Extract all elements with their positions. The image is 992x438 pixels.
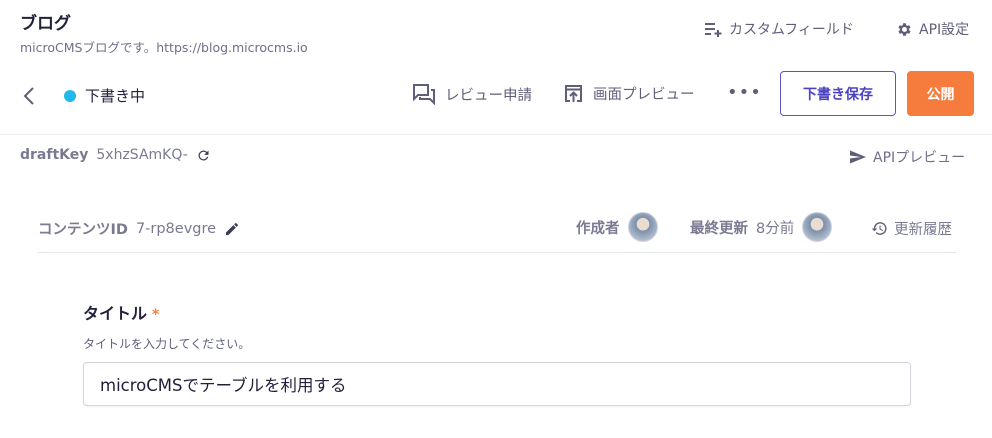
- content-id-value: 7-rp8evgre: [135, 220, 217, 237]
- author-avatar: [627, 212, 658, 242]
- pencil-icon[interactable]: [224, 221, 240, 237]
- title-input[interactable]: [83, 362, 911, 406]
- gear-icon: [896, 21, 913, 38]
- draft-key-row: draftKey 5xhzSAmKQ-: [20, 147, 211, 163]
- screen-preview-label: 画面プレビュー: [593, 87, 695, 103]
- review-request-button[interactable]: レビュー申請: [412, 83, 532, 105]
- content-id-label: コンテンツID: [38, 222, 128, 238]
- app-description: microCMSブログです。https://blog.microcms.io: [20, 40, 308, 55]
- review-chat-icon: [412, 83, 436, 105]
- history-icon: [871, 220, 888, 237]
- screen-preview-button[interactable]: 画面プレビュー: [563, 83, 695, 104]
- refresh-icon[interactable]: [196, 148, 211, 163]
- updater-avatar: [802, 212, 833, 242]
- updated-label: 最終更新: [690, 220, 748, 237]
- more-menu-button[interactable]: •••: [727, 82, 762, 103]
- update-history-link[interactable]: 更新履歴: [871, 218, 952, 239]
- last-updated-info: 最終更新 8分前: [690, 212, 833, 242]
- status-indicator: 下書き中: [64, 85, 145, 106]
- history-label: 更新履歴: [894, 222, 952, 238]
- chevron-left-icon: [22, 85, 40, 107]
- send-icon: [849, 149, 867, 165]
- back-button[interactable]: [22, 85, 40, 107]
- api-settings-label: API設定: [919, 22, 970, 38]
- meta-divider: [38, 252, 956, 253]
- api-preview-label: APIプレビュー: [873, 150, 966, 166]
- status-dot: [64, 89, 76, 102]
- review-request-label: レビュー申請: [445, 87, 532, 104]
- custom-fields-link[interactable]: カスタムフィールド: [705, 19, 854, 39]
- save-draft-button[interactable]: 下書き保存: [780, 71, 896, 116]
- author-label: 作成者: [576, 220, 620, 237]
- title-field-label-text: タイトル: [83, 304, 148, 323]
- title-field-label: タイトル *: [83, 300, 159, 324]
- updated-value: 8分前: [756, 220, 795, 237]
- api-preview-link[interactable]: APIプレビュー: [849, 147, 965, 167]
- draft-key-label: draftKey: [20, 147, 89, 163]
- draft-key-value: 5xhzSAmKQ-: [96, 147, 188, 163]
- title-field-description: タイトルを入力してください。: [83, 337, 251, 351]
- required-mark: *: [152, 307, 160, 323]
- open-in-browser-icon: [563, 83, 584, 104]
- status-label: 下書き中: [85, 87, 146, 105]
- custom-fields-label: カスタムフィールド: [729, 22, 854, 38]
- toolbar-divider: [0, 134, 992, 135]
- content-id-row: コンテンツID 7-rp8evgre: [38, 218, 240, 239]
- author-info: 作成者: [576, 212, 658, 242]
- publish-button[interactable]: 公開: [907, 71, 974, 116]
- app-title: ブログ: [20, 14, 71, 34]
- api-settings-link[interactable]: API設定: [896, 19, 969, 39]
- playlist-add-icon: [705, 21, 723, 37]
